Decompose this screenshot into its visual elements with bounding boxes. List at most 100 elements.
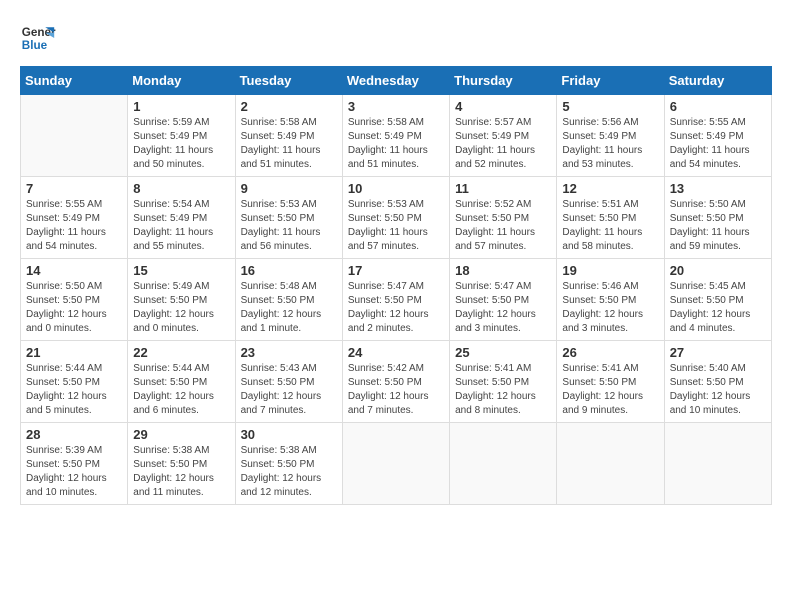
- calendar-cell: 9Sunrise: 5:53 AM Sunset: 5:50 PM Daylig…: [235, 177, 342, 259]
- day-number: 23: [241, 345, 337, 360]
- day-number: 29: [133, 427, 229, 442]
- day-number: 22: [133, 345, 229, 360]
- day-info: Sunrise: 5:53 AM Sunset: 5:50 PM Dayligh…: [241, 198, 337, 254]
- day-info: Sunrise: 5:38 AM Sunset: 5:50 PM Dayligh…: [241, 444, 337, 500]
- day-number: 4: [455, 99, 551, 114]
- calendar-week-row: 21 Sunrise: 5:44 AM Sunset: 5:50 PM Dayli…: [21, 341, 772, 423]
- day-number: 19: [562, 263, 658, 278]
- calendar-cell: 11 Sunrise: 5:52 AM Sunset: 5:50 PM Dayli…: [450, 177, 557, 259]
- page-header: General Blue: [20, 20, 772, 56]
- day-number: 30: [241, 427, 337, 442]
- calendar-cell: [557, 423, 664, 505]
- weekday-header: Sunday: [21, 67, 128, 95]
- day-info: Sunrise: 5:41 AM Sunset: 5:50 PM Dayligh…: [562, 362, 658, 418]
- calendar-cell: 25 Sunrise: 5:41 AM Sunset: 5:50 PM Dayli…: [450, 341, 557, 423]
- calendar-cell: 27 Sunrise: 5:40 AM Sunset: 5:50 PM Dayli…: [664, 341, 771, 423]
- calendar-cell: 17Sunrise: 5:47 AM Sunset: 5:50 PM Dayli…: [342, 259, 449, 341]
- day-info: Sunrise: 5:39 AM Sunset: 5:50 PM Dayligh…: [26, 444, 122, 500]
- calendar-cell: 3 Sunrise: 5:58 AM Sunset: 5:49 PM Daylig…: [342, 95, 449, 177]
- day-info: Sunrise: 5:59 AM Sunset: 5:49 PM Dayligh…: [133, 116, 229, 172]
- day-info: Sunrise: 5:47 AM Sunset: 5:50 PM Dayligh…: [455, 280, 551, 336]
- calendar-cell: [664, 423, 771, 505]
- day-info: Sunrise: 5:52 AM Sunset: 5:50 PM Dayligh…: [455, 198, 551, 254]
- day-info: Sunrise: 5:50 AM Sunset: 5:50 PM Dayligh…: [26, 280, 122, 336]
- weekday-header: Friday: [557, 67, 664, 95]
- day-number: 24: [348, 345, 444, 360]
- weekday-header: Saturday: [664, 67, 771, 95]
- weekday-header: Wednesday: [342, 67, 449, 95]
- calendar-cell: 2 Sunrise: 5:58 AM Sunset: 5:49 PM Daylig…: [235, 95, 342, 177]
- day-number: 5: [562, 99, 658, 114]
- day-number: 20: [670, 263, 766, 278]
- day-info: Sunrise: 5:45 AM Sunset: 5:50 PM Dayligh…: [670, 280, 766, 336]
- day-number: 13: [670, 181, 766, 196]
- day-number: 7: [26, 181, 122, 196]
- day-info: Sunrise: 5:58 AM Sunset: 5:49 PM Dayligh…: [348, 116, 444, 172]
- calendar-cell: 28Sunrise: 5:39 AM Sunset: 5:50 PM Dayli…: [21, 423, 128, 505]
- calendar-cell: [21, 95, 128, 177]
- day-number: 15: [133, 263, 229, 278]
- calendar-cell: 18 Sunrise: 5:47 AM Sunset: 5:50 PM Dayli…: [450, 259, 557, 341]
- day-number: 11: [455, 181, 551, 196]
- calendar-week-row: 1Sunrise: 5:59 AM Sunset: 5:49 PM Daylig…: [21, 95, 772, 177]
- day-info: Sunrise: 5:42 AM Sunset: 5:50 PM Dayligh…: [348, 362, 444, 418]
- calendar-cell: 16Sunrise: 5:48 AM Sunset: 5:50 PM Dayli…: [235, 259, 342, 341]
- day-info: Sunrise: 5:40 AM Sunset: 5:50 PM Dayligh…: [670, 362, 766, 418]
- calendar-cell: 23Sunrise: 5:43 AM Sunset: 5:50 PM Dayli…: [235, 341, 342, 423]
- day-info: Sunrise: 5:58 AM Sunset: 5:49 PM Dayligh…: [241, 116, 337, 172]
- day-info: Sunrise: 5:48 AM Sunset: 5:50 PM Dayligh…: [241, 280, 337, 336]
- calendar-table: SundayMondayTuesdayWednesdayThursdayFrid…: [20, 66, 772, 505]
- day-number: 6: [670, 99, 766, 114]
- calendar-cell: [342, 423, 449, 505]
- day-number: 18: [455, 263, 551, 278]
- logo: General Blue: [20, 20, 56, 56]
- day-number: 8: [133, 181, 229, 196]
- day-info: Sunrise: 5:54 AM Sunset: 5:49 PM Dayligh…: [133, 198, 229, 254]
- day-info: Sunrise: 5:50 AM Sunset: 5:50 PM Dayligh…: [670, 198, 766, 254]
- day-number: 3: [348, 99, 444, 114]
- weekday-header: Thursday: [450, 67, 557, 95]
- calendar-cell: 12 Sunrise: 5:51 AM Sunset: 5:50 PM Dayli…: [557, 177, 664, 259]
- calendar-cell: 7 Sunrise: 5:55 AM Sunset: 5:49 PM Daylig…: [21, 177, 128, 259]
- day-number: 10: [348, 181, 444, 196]
- day-info: Sunrise: 5:55 AM Sunset: 5:49 PM Dayligh…: [26, 198, 122, 254]
- calendar-week-row: 7 Sunrise: 5:55 AM Sunset: 5:49 PM Daylig…: [21, 177, 772, 259]
- calendar-cell: 30 Sunrise: 5:38 AM Sunset: 5:50 PM Dayli…: [235, 423, 342, 505]
- calendar-cell: 24 Sunrise: 5:42 AM Sunset: 5:50 PM Dayli…: [342, 341, 449, 423]
- day-info: Sunrise: 5:55 AM Sunset: 5:49 PM Dayligh…: [670, 116, 766, 172]
- calendar-cell: 19 Sunrise: 5:46 AM Sunset: 5:50 PM Dayli…: [557, 259, 664, 341]
- weekday-header-row: SundayMondayTuesdayWednesdayThursdayFrid…: [21, 67, 772, 95]
- day-number: 21: [26, 345, 122, 360]
- day-info: Sunrise: 5:57 AM Sunset: 5:49 PM Dayligh…: [455, 116, 551, 172]
- calendar-cell: 21 Sunrise: 5:44 AM Sunset: 5:50 PM Dayli…: [21, 341, 128, 423]
- calendar-cell: 26 Sunrise: 5:41 AM Sunset: 5:50 PM Dayli…: [557, 341, 664, 423]
- day-info: Sunrise: 5:44 AM Sunset: 5:50 PM Dayligh…: [26, 362, 122, 418]
- calendar-cell: 29Sunrise: 5:38 AM Sunset: 5:50 PM Dayli…: [128, 423, 235, 505]
- calendar-cell: 1Sunrise: 5:59 AM Sunset: 5:49 PM Daylig…: [128, 95, 235, 177]
- day-number: 2: [241, 99, 337, 114]
- calendar-cell: 20 Sunrise: 5:45 AM Sunset: 5:50 PM Dayli…: [664, 259, 771, 341]
- calendar-cell: 22 Sunrise: 5:44 AM Sunset: 5:50 PM Dayli…: [128, 341, 235, 423]
- calendar-cell: 5 Sunrise: 5:56 AM Sunset: 5:49 PM Daylig…: [557, 95, 664, 177]
- calendar-cell: [450, 423, 557, 505]
- day-info: Sunrise: 5:51 AM Sunset: 5:50 PM Dayligh…: [562, 198, 658, 254]
- weekday-header: Tuesday: [235, 67, 342, 95]
- day-number: 17: [348, 263, 444, 278]
- calendar-cell: 13 Sunrise: 5:50 AM Sunset: 5:50 PM Dayli…: [664, 177, 771, 259]
- day-number: 27: [670, 345, 766, 360]
- calendar-cell: 14 Sunrise: 5:50 AM Sunset: 5:50 PM Dayli…: [21, 259, 128, 341]
- day-number: 12: [562, 181, 658, 196]
- calendar-cell: 6 Sunrise: 5:55 AM Sunset: 5:49 PM Daylig…: [664, 95, 771, 177]
- day-info: Sunrise: 5:49 AM Sunset: 5:50 PM Dayligh…: [133, 280, 229, 336]
- day-info: Sunrise: 5:46 AM Sunset: 5:50 PM Dayligh…: [562, 280, 658, 336]
- calendar-week-row: 14 Sunrise: 5:50 AM Sunset: 5:50 PM Dayli…: [21, 259, 772, 341]
- day-number: 14: [26, 263, 122, 278]
- day-info: Sunrise: 5:56 AM Sunset: 5:49 PM Dayligh…: [562, 116, 658, 172]
- day-info: Sunrise: 5:41 AM Sunset: 5:50 PM Dayligh…: [455, 362, 551, 418]
- calendar-cell: 10 Sunrise: 5:53 AM Sunset: 5:50 PM Dayli…: [342, 177, 449, 259]
- day-number: 25: [455, 345, 551, 360]
- day-info: Sunrise: 5:44 AM Sunset: 5:50 PM Dayligh…: [133, 362, 229, 418]
- day-info: Sunrise: 5:53 AM Sunset: 5:50 PM Dayligh…: [348, 198, 444, 254]
- day-number: 26: [562, 345, 658, 360]
- logo-icon: General Blue: [20, 20, 56, 56]
